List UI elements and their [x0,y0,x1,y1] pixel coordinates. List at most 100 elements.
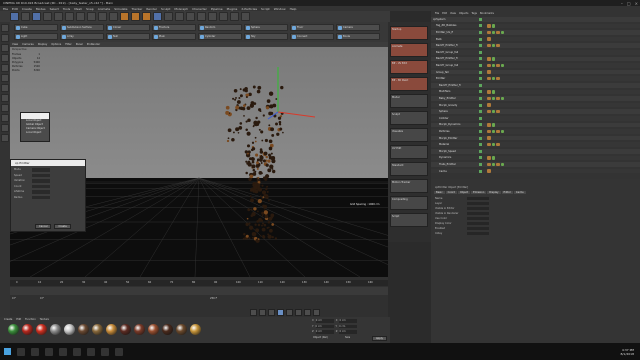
tag-icon[interactable] [500,96,504,101]
tag-icon[interactable] [487,169,491,173]
array-icon[interactable] [186,12,195,21]
object-row[interactable]: Trails_Emitter [431,162,640,167]
maximize-icon[interactable]: □ [627,1,631,6]
solo-icon[interactable] [1,134,9,142]
move-icon[interactable] [43,12,52,21]
object-manager-menu-item[interactable]: Objects [459,12,468,15]
viewport-menu-item[interactable]: ProRender [87,43,100,46]
object-row[interactable]: BackTr_Emitter_fl [431,83,640,88]
cube-icon[interactable] [153,12,162,21]
live-selection-icon[interactable] [32,12,41,21]
redo-icon[interactable] [21,12,30,21]
object-button[interactable]: Sky [244,33,288,40]
after-effects-icon[interactable] [101,347,109,356]
attribute-tab[interactable]: Emission [471,191,487,194]
tag-icon[interactable] [491,123,495,127]
tag-icon[interactable] [496,129,500,134]
object-button[interactable]: Connect [290,33,334,40]
material-menu-item[interactable]: Function [25,318,36,321]
object-button[interactable]: Sphere [244,24,288,31]
coord-field[interactable]: 0 cm [315,330,334,334]
visibility-check-icon[interactable] [479,129,482,133]
menu-item[interactable]: Tracker [132,7,143,11]
layout-button[interactable]: UV Edit [390,145,428,159]
tag-icon[interactable] [496,96,500,101]
coord-field[interactable]: 0 cm [315,319,334,323]
attribute-field[interactable] [467,216,489,220]
visibility-check-icon[interactable] [479,30,482,34]
render-settings-icon[interactable] [142,12,151,21]
material-menu-item[interactable]: Texture [40,318,49,321]
menu-item[interactable]: Simulate [114,7,127,11]
viewport-menu-item[interactable]: Display [38,43,48,46]
attribute-field[interactable] [467,206,489,210]
render-view-icon[interactable] [120,12,129,21]
menu-item[interactable]: Script [261,7,270,11]
light-icon[interactable] [241,12,250,21]
tag-icon[interactable] [491,129,495,134]
close-icon[interactable]: × [635,1,638,6]
tag-icon[interactable] [487,136,491,140]
attribute-field[interactable] [467,226,489,230]
object-row[interactable]: Group_fall [431,69,640,75]
points-mode-icon[interactable] [1,64,9,72]
dialog-field-input[interactable] [32,190,50,194]
material-swatch[interactable] [120,324,131,335]
layout-button[interactable]: Animate [390,43,428,57]
attribute-tab[interactable]: Coord [445,191,458,194]
coord-size-select[interactable]: Size [345,336,350,339]
attribute-field[interactable] [467,231,489,235]
object-manager-menu-item[interactable]: Edit [442,12,447,15]
object-button[interactable]: Floor [290,24,334,31]
dialog-field-input[interactable] [32,195,50,199]
object-row[interactable]: Bulb [431,36,640,42]
material-swatch[interactable] [78,324,89,335]
coord-field[interactable]: 0 cm [339,324,358,328]
object-row[interactable]: Particles [431,129,640,134]
x-axis-icon[interactable] [76,12,85,21]
menu-item[interactable]: File [3,7,8,11]
object-button[interactable]: Null [106,33,150,40]
object-button[interactable]: Cube [14,24,58,31]
menu-item[interactable]: Pipeline [211,7,223,11]
layout-button[interactable]: Motion Tracker [390,179,428,193]
previous-key-icon[interactable] [259,309,266,316]
tag-icon[interactable] [500,63,504,68]
task-view-icon[interactable] [31,347,39,356]
visibility-check-icon[interactable] [479,77,482,81]
visibility-check-icon[interactable] [479,156,482,160]
material-menu-item[interactable]: Create [4,318,12,321]
tag-icon[interactable] [487,162,491,167]
tag-icon[interactable] [487,30,491,35]
tag-icon[interactable] [491,156,495,160]
context-menu-item[interactable]: Local Object [21,131,49,135]
visibility-check-icon[interactable] [479,103,482,107]
texture-mode-icon[interactable] [1,44,9,52]
pen-icon[interactable] [164,12,173,21]
render-picture-viewer-icon[interactable] [131,12,140,21]
viewport-menu-item[interactable]: Options [51,43,61,46]
attribute-field[interactable] [467,221,489,225]
tweak-mode-icon[interactable] [1,104,9,112]
material-swatch[interactable] [92,324,103,335]
object-manager-menu-item[interactable]: Tags [471,12,477,15]
material-menu-item[interactable]: Edit [16,318,21,321]
object-row[interactable]: xpSystem [431,17,640,22]
material-swatch[interactable] [134,324,145,335]
material-swatch[interactable] [64,324,75,335]
x-axis-handle[interactable] [277,111,316,118]
tag-icon[interactable] [487,57,491,61]
menu-item[interactable]: Create [22,7,32,11]
object-row[interactable]: BackTr_Group_fall [431,63,640,68]
visibility-check-icon[interactable] [479,96,482,100]
tag-icon[interactable] [487,129,491,134]
object-row[interactable]: Emitter_UG_fl [431,30,640,35]
undo-icon[interactable] [10,12,19,21]
object-row[interactable]: Cache [431,168,640,174]
object-manager-menu-item[interactable]: Bookmarks [480,12,494,15]
menu-item[interactable]: Sculpt [161,7,170,11]
object-button[interactable]: Fracture [152,24,196,31]
object-manager-menu-item[interactable]: View [450,12,456,15]
coord-field[interactable]: 0 cm [339,330,358,334]
menu-item[interactable]: Plugins [227,7,238,11]
